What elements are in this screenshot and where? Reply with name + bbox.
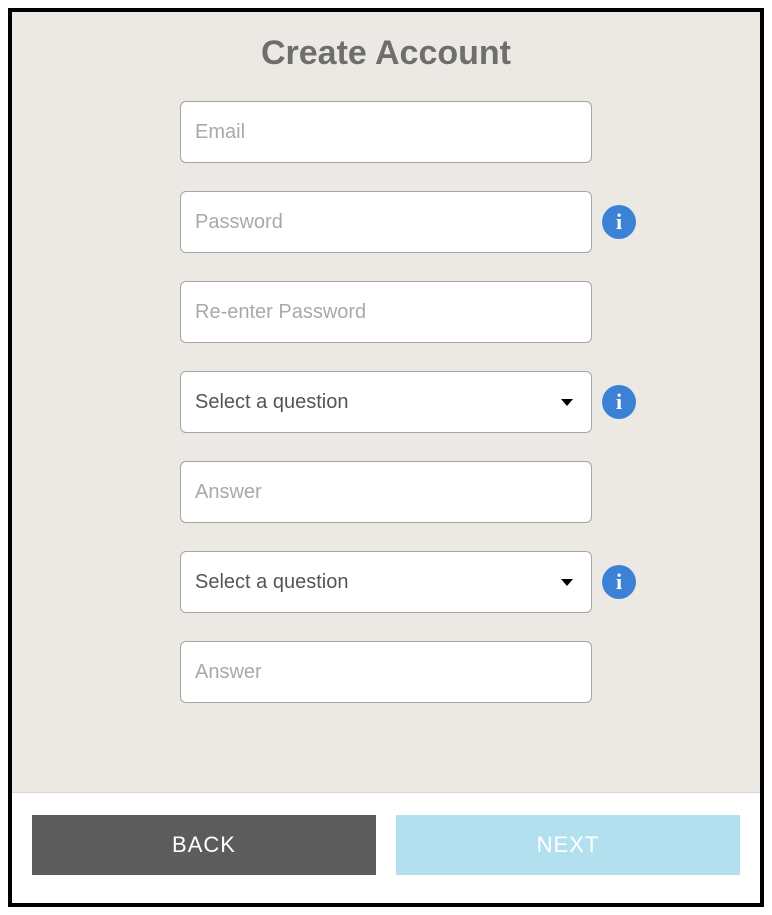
answer1-field-wrap xyxy=(180,461,592,523)
caret-down-icon xyxy=(561,579,573,586)
caret-down-icon xyxy=(561,399,573,406)
question1-row: Select a question i xyxy=(42,371,730,433)
question2-field-wrap: Select a question xyxy=(180,551,592,613)
info-icon[interactable]: i xyxy=(602,565,636,599)
answer1-input[interactable] xyxy=(180,461,592,523)
reenter-password-input[interactable] xyxy=(180,281,592,343)
account-create-frame: Create Account i xyxy=(8,8,764,907)
next-button[interactable]: NEXT xyxy=(396,815,740,875)
answer2-row xyxy=(42,641,730,703)
answer2-input[interactable] xyxy=(180,641,592,703)
question1-selected-text: Select a question xyxy=(195,391,561,414)
question2-select[interactable]: Select a question xyxy=(180,551,592,613)
question1-field-wrap: Select a question xyxy=(180,371,592,433)
form-area: Create Account i xyxy=(12,12,760,793)
info-icon[interactable]: i xyxy=(602,385,636,419)
answer1-row xyxy=(42,461,730,523)
reenter-password-field-wrap xyxy=(180,281,592,343)
question1-select[interactable]: Select a question xyxy=(180,371,592,433)
email-input[interactable] xyxy=(180,101,592,163)
back-button[interactable]: BACK xyxy=(32,815,376,875)
question2-selected-text: Select a question xyxy=(195,571,561,594)
button-bar: BACK NEXT xyxy=(12,793,760,903)
email-row xyxy=(42,101,730,163)
answer2-field-wrap xyxy=(180,641,592,703)
email-field-wrap xyxy=(180,101,592,163)
password-field-wrap xyxy=(180,191,592,253)
password-row: i xyxy=(42,191,730,253)
reenter-password-row xyxy=(42,281,730,343)
page-title: Create Account xyxy=(261,34,511,73)
question2-row: Select a question i xyxy=(42,551,730,613)
password-input[interactable] xyxy=(180,191,592,253)
info-icon[interactable]: i xyxy=(602,205,636,239)
